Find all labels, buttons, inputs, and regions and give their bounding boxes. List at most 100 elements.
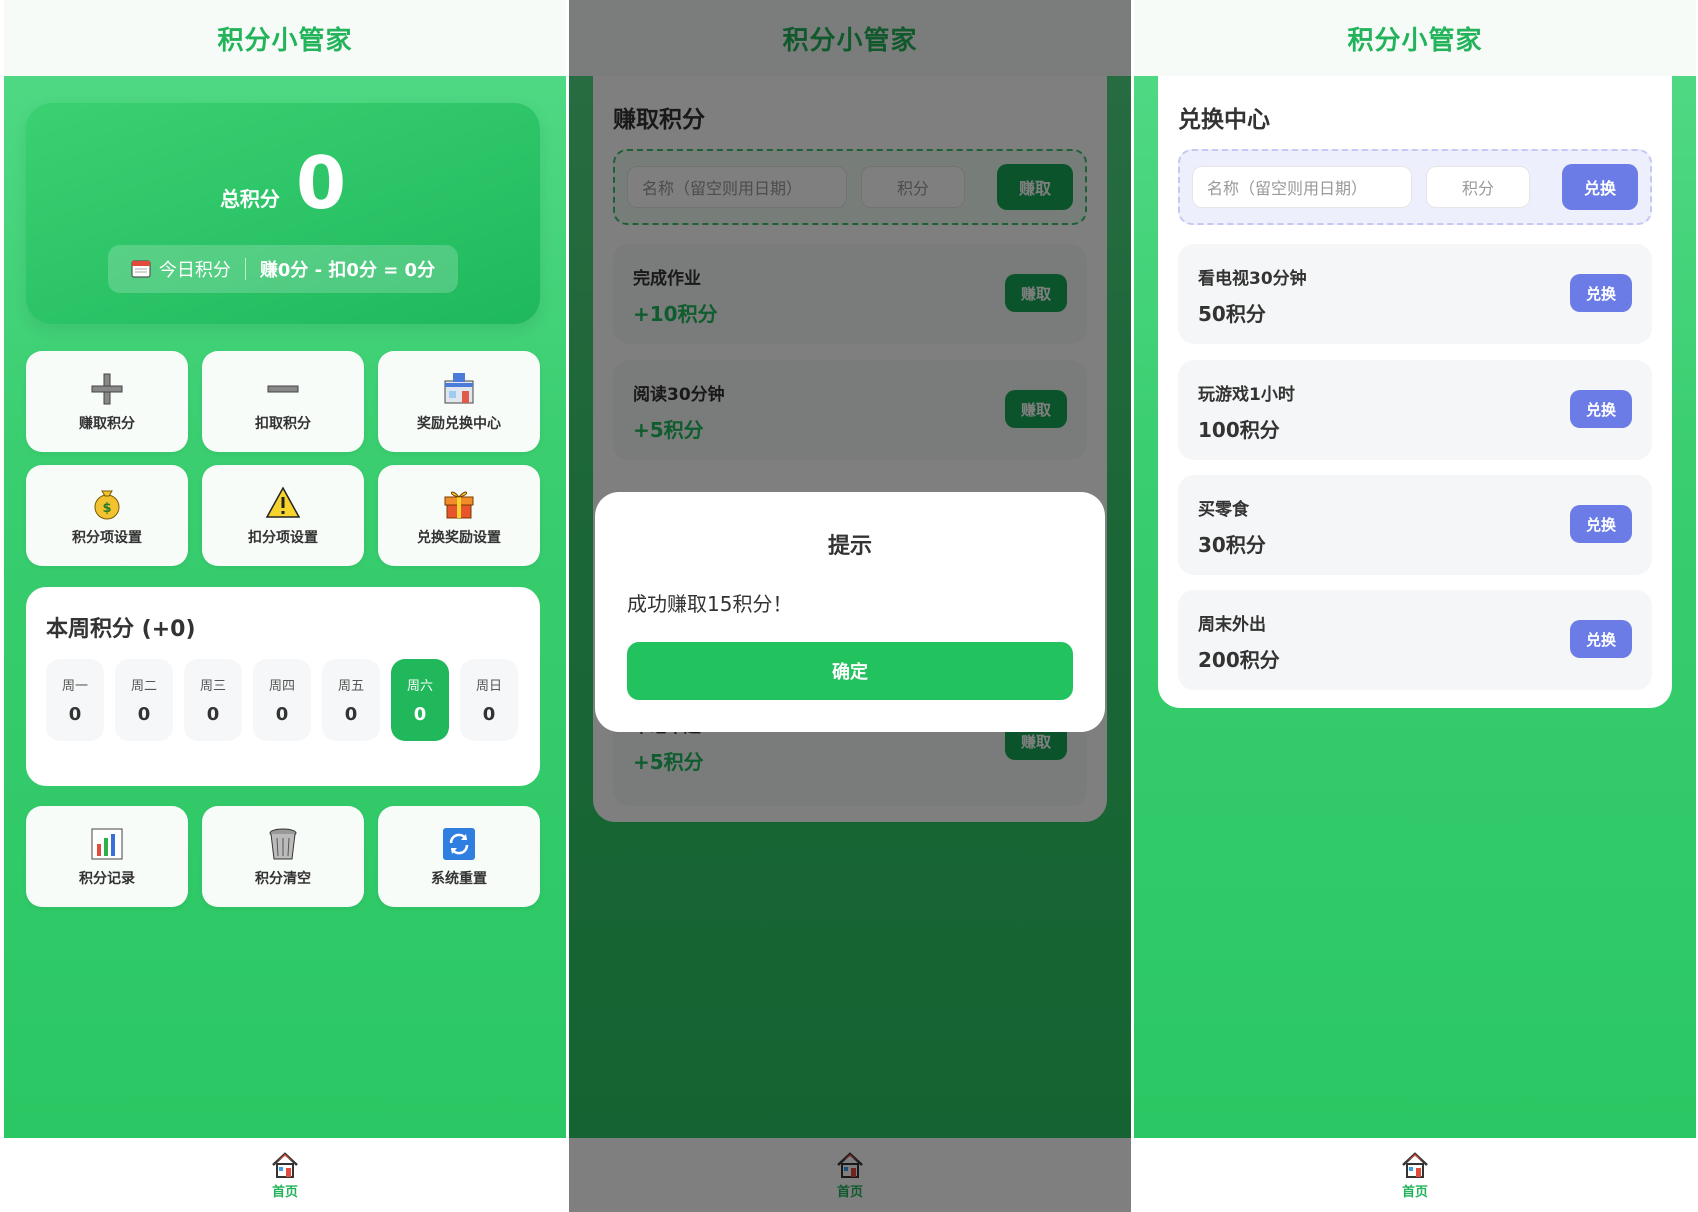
redeem-name-input[interactable]: 名称（留空则用日期） bbox=[1192, 166, 1412, 208]
alert-dialog: 提示 成功赚取15积分！ 确定 bbox=[595, 492, 1105, 732]
redeem-panel: 兑换中心 名称（留空则用日期） 积分 兑换 看电视30分钟 50积分 兑换 玩游… bbox=[1158, 76, 1672, 708]
dialog-confirm-button[interactable]: 确定 bbox=[627, 642, 1073, 700]
system-reset-button[interactable]: 系统重置 bbox=[378, 806, 540, 907]
tab-home-label: 首页 bbox=[271, 1185, 298, 1200]
day-value: 0 bbox=[206, 704, 220, 725]
today-points-bar: 今日积分 赚0分 - 扣0分 = 0分 bbox=[108, 245, 458, 293]
redeem-item-button[interactable]: 兑换 bbox=[1570, 390, 1632, 428]
earn-points-button[interactable]: 赚取积分 bbox=[26, 351, 188, 452]
reward-item-row: 看电视30分钟 50积分 兑换 bbox=[1178, 244, 1652, 344]
reward-item-name: 看电视30分钟 bbox=[1198, 269, 1307, 289]
day-name: 周一 bbox=[61, 679, 88, 694]
divider bbox=[244, 258, 246, 280]
day-cell-tue: 周二 0 bbox=[115, 659, 173, 741]
warning-icon bbox=[265, 485, 301, 518]
tab-home-label: 首页 bbox=[1401, 1185, 1428, 1200]
deduct-item-settings-button[interactable]: 扣分项设置 bbox=[202, 465, 364, 566]
money-bag-icon: $ bbox=[94, 490, 120, 519]
day-cell-sat-today: 周六 0 bbox=[391, 659, 449, 741]
reward-item-cost: 30积分 bbox=[1198, 533, 1266, 557]
reward-item-row: 周末外出 200积分 兑换 bbox=[1178, 590, 1652, 690]
reward-item-cost: 200积分 bbox=[1198, 648, 1280, 672]
day-cell-fri: 周五 0 bbox=[322, 659, 380, 741]
trash-icon bbox=[269, 828, 297, 859]
redeem-item-button[interactable]: 兑换 bbox=[1570, 274, 1632, 312]
reward-center-label: 奖励兑换中心 bbox=[417, 415, 501, 432]
redeem-add-form: 名称（留空则用日期） 积分 兑换 bbox=[1178, 149, 1652, 225]
total-points-card: 总积分 0 今日积分 赚0分 - 扣0分 = 0分 bbox=[26, 103, 540, 324]
total-points-label: 总积分 bbox=[219, 186, 280, 211]
day-value: 0 bbox=[344, 704, 358, 725]
weekday-list: 周一 0 周二 0 周三 0 周四 0 周五 0 周六 0 周日 0 bbox=[46, 659, 518, 741]
redeem-item-button[interactable]: 兑换 bbox=[1570, 505, 1632, 543]
total-row: 总积分 0 bbox=[26, 143, 540, 223]
refresh-icon bbox=[443, 827, 475, 860]
earn-item-settings-label: 积分项设置 bbox=[72, 529, 142, 546]
weekly-points-title: 本周积分 (+0) bbox=[46, 617, 196, 642]
dialog-title: 提示 bbox=[827, 534, 872, 559]
day-value: 0 bbox=[137, 704, 151, 725]
gift-icon bbox=[444, 491, 474, 518]
day-value: 0 bbox=[413, 704, 427, 725]
today-points-formula: 赚0分 - 扣0分 = 0分 bbox=[259, 260, 436, 281]
tab-home[interactable]: 首页 bbox=[4, 1138, 566, 1212]
system-reset-label: 系统重置 bbox=[431, 870, 487, 887]
points-history-label: 积分记录 bbox=[79, 870, 135, 887]
svg-text:$: $ bbox=[102, 501, 111, 516]
day-cell-sun: 周日 0 bbox=[460, 659, 518, 741]
reward-item-name: 买零食 bbox=[1198, 500, 1249, 520]
clear-points-label: 积分清空 bbox=[255, 870, 311, 887]
day-cell-wed: 周三 0 bbox=[184, 659, 242, 741]
app-title: 积分小管家 bbox=[4, 0, 566, 76]
reward-item-cost: 100积分 bbox=[1198, 418, 1280, 442]
reward-item-cost: 50积分 bbox=[1198, 302, 1266, 326]
reward-settings-label: 兑换奖励设置 bbox=[417, 529, 501, 546]
day-value: 0 bbox=[275, 704, 289, 725]
minus-icon bbox=[267, 385, 299, 392]
redeem-screen: 积分小管家 兑换中心 名称（留空则用日期） 积分 兑换 看电视30分钟 50积分… bbox=[1134, 0, 1696, 1212]
home-background: 总积分 0 今日积分 赚0分 - 扣0分 = 0分 赚取积分 扣取积分 奖励兑换… bbox=[4, 76, 566, 1138]
house-icon bbox=[272, 1152, 298, 1178]
day-cell-mon: 周一 0 bbox=[46, 659, 104, 741]
reward-center-button[interactable]: 奖励兑换中心 bbox=[378, 351, 540, 452]
store-icon bbox=[444, 372, 474, 403]
clear-points-button[interactable]: 积分清空 bbox=[202, 806, 364, 907]
house-icon bbox=[1402, 1152, 1428, 1178]
day-name: 周三 bbox=[199, 679, 226, 694]
weekly-points-card: 本周积分 (+0) 周一 0 周二 0 周三 0 周四 0 周五 0 周六 0 周日 0 bbox=[26, 587, 540, 786]
tab-home[interactable]: 首页 bbox=[1134, 1138, 1696, 1212]
redeem-points-input[interactable]: 积分 bbox=[1426, 166, 1530, 208]
total-points-value: 0 bbox=[295, 141, 347, 225]
day-value: 0 bbox=[68, 704, 82, 725]
day-name: 周四 bbox=[268, 679, 295, 694]
redeem-item-button[interactable]: 兑换 bbox=[1570, 620, 1632, 658]
day-name: 周二 bbox=[130, 679, 157, 694]
deduct-item-settings-label: 扣分项设置 bbox=[248, 529, 318, 546]
redeem-add-button[interactable]: 兑换 bbox=[1562, 164, 1638, 210]
plus-icon bbox=[91, 373, 123, 404]
day-value: 0 bbox=[482, 704, 496, 725]
reward-item-row: 买零食 30积分 兑换 bbox=[1178, 475, 1652, 575]
day-cell-thu: 周四 0 bbox=[253, 659, 311, 741]
bar-chart-icon bbox=[91, 828, 123, 859]
earn-screen: 积分小管家 赚取积分 名称（留空则用日期） 积分 赚取 完成作业 +10积分 赚… bbox=[569, 0, 1131, 1212]
home-screen: 积分小管家 总积分 0 今日积分 赚0分 - 扣0分 = 0分 赚取积分 扣取积… bbox=[4, 0, 566, 1212]
dialog-message: 成功赚取15积分！ bbox=[627, 592, 793, 616]
day-name: 周六 bbox=[406, 679, 433, 694]
earn-item-settings-button[interactable]: $ 积分项设置 bbox=[26, 465, 188, 566]
reward-settings-button[interactable]: 兑换奖励设置 bbox=[378, 465, 540, 566]
earn-points-label: 赚取积分 bbox=[79, 415, 135, 432]
reward-item-name: 周末外出 bbox=[1198, 615, 1266, 635]
reward-item-row: 玩游戏1小时 100积分 兑换 bbox=[1178, 360, 1652, 460]
points-history-button[interactable]: 积分记录 bbox=[26, 806, 188, 907]
app-screenshots: 积分小管家 总积分 0 今日积分 赚0分 - 扣0分 = 0分 赚取积分 扣取积… bbox=[0, 0, 1698, 1212]
app-title: 积分小管家 bbox=[1134, 0, 1696, 76]
day-name: 周日 bbox=[475, 679, 502, 694]
today-points-label: 今日积分 bbox=[158, 260, 231, 281]
deduct-points-label: 扣取积分 bbox=[255, 415, 311, 432]
deduct-points-button[interactable]: 扣取积分 bbox=[202, 351, 364, 452]
calendar-icon bbox=[131, 260, 151, 278]
redeem-panel-title: 兑换中心 bbox=[1178, 107, 1270, 133]
day-name: 周五 bbox=[337, 679, 364, 694]
reward-item-name: 玩游戏1小时 bbox=[1198, 385, 1295, 405]
